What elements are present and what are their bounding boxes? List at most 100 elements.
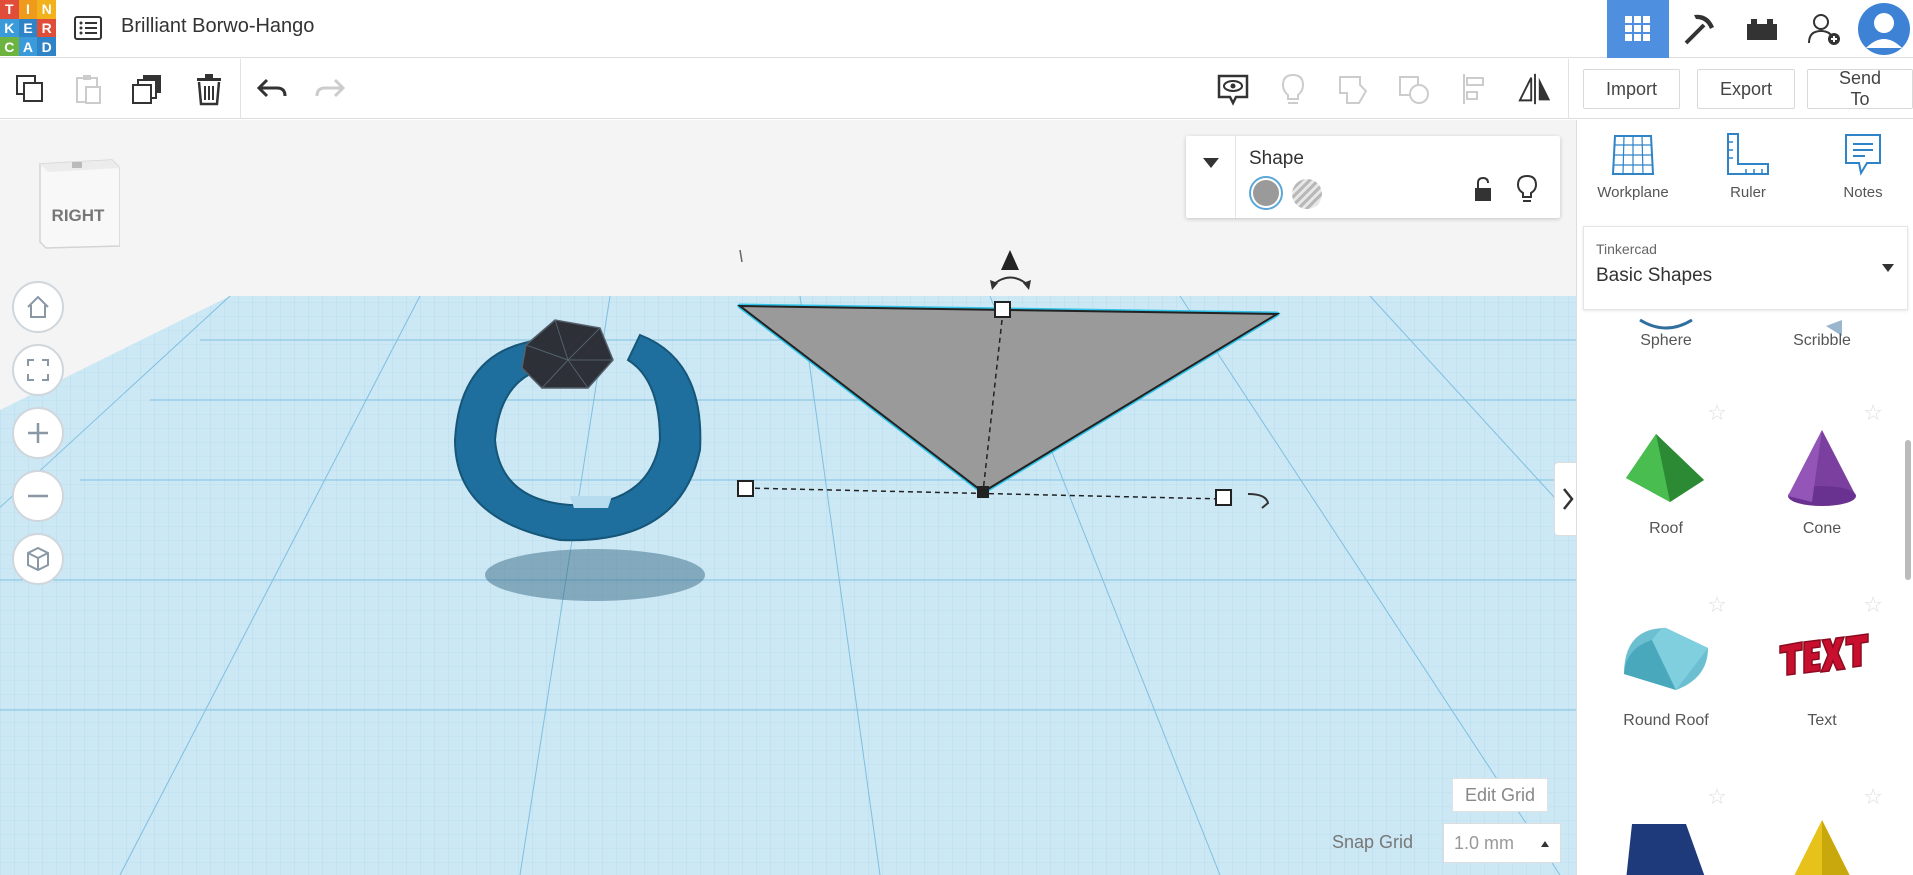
copy-button[interactable] [12,71,48,107]
copy-icon [16,75,43,102]
snap-grid-select[interactable]: 1.0 mm [1443,823,1561,863]
grid-icon [1625,16,1650,41]
shape-sphere[interactable]: Sphere [1591,240,1741,360]
note-icon [1845,134,1881,176]
undo-button[interactable] [254,71,290,107]
workplane-icon [1611,135,1655,175]
resize-handle[interactable] [1215,489,1232,506]
hide-button[interactable] [1516,174,1538,209]
view-cube[interactable]: RIGHT [36,156,121,252]
ruler-icon [1727,133,1769,175]
fit-icon [27,359,49,381]
shape-label: Roof [1649,520,1683,537]
lift-handle[interactable] [990,250,1031,290]
home-view-button[interactable] [12,281,64,333]
ruler-tool[interactable]: Ruler [1698,132,1798,212]
tinkercad-logo[interactable]: T I N K E R C A D [0,0,56,56]
favorite-star-icon[interactable]: ☆ [1707,784,1727,810]
zoom-in-button[interactable] [12,407,64,459]
redo-icon [315,78,345,98]
designs-list-button[interactable] [72,12,104,44]
favorite-star-icon[interactable]: ☆ [1707,592,1727,618]
pyramid-thumbnail [1794,820,1850,875]
workplane-label: Workplane [1597,184,1669,201]
logo-letter: K [0,18,19,38]
logo-letter: D [37,37,56,56]
group-button[interactable] [1336,71,1372,107]
shape-text[interactable]: ☆ Text [1747,590,1897,740]
favorite-star-icon[interactable]: ☆ [1707,400,1727,426]
solid-color-swatch[interactable] [1249,176,1283,210]
ungroup-button[interactable] [1396,71,1432,107]
shape-scribble[interactable]: Scribble [1747,240,1897,360]
view-cube-face-label: RIGHT [51,206,105,225]
inspector-collapse-button[interactable] [1186,136,1236,218]
favorite-star-icon[interactable]: ☆ [1863,400,1883,426]
view-cube-shape [39,159,121,249]
import-button[interactable]: Import [1583,69,1681,109]
show-all-button[interactable] [1275,71,1311,107]
lock-button[interactable] [1472,176,1494,209]
roof-thumbnail [1626,434,1704,502]
shape-label: Text [1807,712,1837,729]
edit-grid-button[interactable]: Edit Grid [1452,778,1549,812]
fit-view-button[interactable] [12,344,64,396]
paste-button[interactable] [70,71,106,107]
rotate-handle[interactable] [739,249,743,263]
shape-round-roof[interactable]: ☆ Round Roof [1591,590,1741,740]
export-button[interactable]: Export [1697,69,1796,109]
sidebar-scrollbar[interactable] [1905,440,1911,580]
paste-icon [76,75,101,104]
shape-roof[interactable]: ☆ Roof [1591,398,1741,548]
delete-button[interactable] [191,71,227,107]
shape-pyramid[interactable]: ☆ [1747,782,1897,875]
send-to-button[interactable]: Send To [1807,68,1913,109]
favorite-star-icon[interactable]: ☆ [1863,592,1883,618]
round-roof-thumbnail [1624,627,1708,690]
3d-view-button[interactable] [1607,0,1669,58]
3d-scene [0,249,1576,875]
user-avatar[interactable] [1855,0,1913,58]
shape-box[interactable]: ☆ [1591,782,1741,875]
add-user-icon [1808,14,1840,45]
zoom-out-button[interactable] [12,470,64,522]
align-button[interactable] [1458,71,1494,107]
toolbar-divider [1568,59,1569,119]
favorite-star-icon[interactable]: ☆ [1863,784,1883,810]
chevron-down-icon [1202,158,1219,168]
logo-letter: T [0,0,19,19]
duplicate-button[interactable] [130,71,166,107]
minecraft-view-button[interactable] [1669,0,1731,58]
resize-handle[interactable] [994,301,1011,318]
notes-tool[interactable]: Notes [1813,132,1913,212]
resize-handle[interactable] [737,480,754,497]
shape-cone[interactable]: ☆ Cone [1747,398,1897,548]
lightbulb-icon [1281,73,1305,104]
pickaxe-icon [1684,14,1714,45]
bricks-view-button[interactable] [1731,0,1793,58]
logo-letter: N [37,0,56,19]
top-right-nav [1607,0,1913,58]
workplane-tool[interactable]: Workplane [1583,132,1683,212]
notes-toggle-button[interactable] [1215,71,1251,107]
logo-letter: E [18,18,38,38]
logo-letter: R [37,18,56,38]
text-thumbnail [1779,633,1869,676]
redo-button[interactable] [312,71,348,107]
ungroup-icon [1399,76,1429,104]
perspective-toggle-button[interactable] [12,533,64,585]
resize-handle[interactable] [977,486,989,498]
avatar-icon [1858,3,1910,55]
project-title[interactable]: Brilliant Borwo-Hango [121,15,314,38]
workplane-viewport[interactable]: RIGHT Shape Edit Grid Snap Grid 1.0 mm [0,120,1576,875]
mirror-button[interactable] [1517,71,1553,107]
shape-label: Sphere [1640,332,1692,349]
brick-icon [1747,19,1777,40]
sidebar-collapse-button[interactable] [1554,462,1576,536]
caret-up-icon [1541,841,1549,847]
comment-eye-icon [1217,74,1249,106]
hole-swatch[interactable] [1292,179,1322,209]
invite-user-button[interactable] [1793,0,1855,58]
shapes-sidebar: Workplane Ruler Notes Tinkercad Basic Sh… [1576,120,1913,875]
chevron-right-icon [1563,488,1574,510]
